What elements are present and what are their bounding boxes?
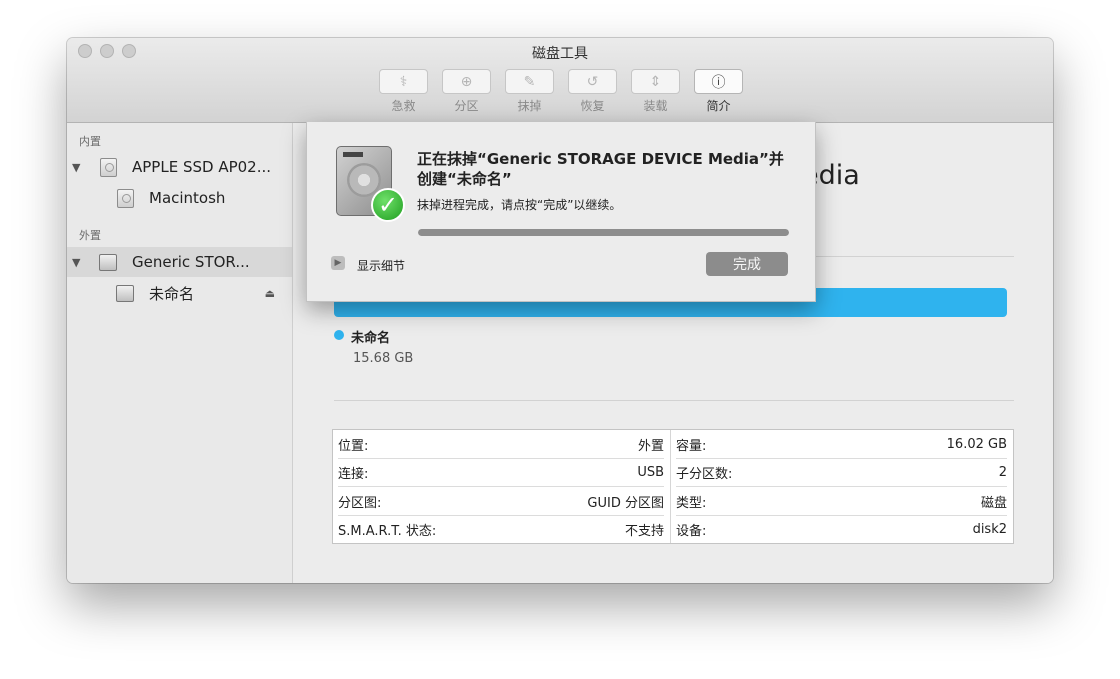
info-value: GUID 分区图: [587, 495, 664, 511]
info-row-child-count: 子分区数: 2: [676, 458, 1007, 487]
sidebar-item-label: Generic STOR...: [132, 253, 250, 271]
disk-utility-window: 磁盘工具 ⚕ 急救 ⊕ 分区 ✎ 抹掉 ↺ 恢复 ⇕ 装载 ⓘ 简介 内置 ▼ …: [67, 38, 1053, 583]
info-row-capacity: 容量: 16.02 GB: [676, 430, 1007, 459]
info-row-partition-map: 分区图: GUID 分区图: [338, 487, 664, 516]
info-row-smart-status: S.M.A.R.T. 状态: 不支持: [338, 515, 664, 543]
sidebar-item-internal-volume[interactable]: Macintosh: [67, 183, 292, 213]
sidebar: 内置 ▼ APPLE SSD AP02... Macintosh 外置 ▼ Ge…: [67, 123, 293, 583]
partition-icon[interactable]: ⊕: [442, 69, 491, 94]
info-label: S.M.A.R.T. 状态:: [338, 523, 437, 539]
toolbar-partition-label: 分区: [454, 99, 479, 113]
sidebar-item-label: Macintosh: [149, 189, 226, 207]
info-value: 外置: [637, 438, 664, 454]
toolbar-mount-label: 装载: [643, 99, 668, 113]
sidebar-header-internal: 内置: [79, 135, 101, 148]
window-title: 磁盘工具: [532, 46, 588, 62]
eject-icon[interactable]: ⏏: [265, 287, 275, 300]
show-details-disclosure-icon[interactable]: ▶: [331, 256, 345, 270]
sheet-message: 抹掉进程完成，请点按“完成”以继续。: [417, 198, 622, 212]
toolbar-first-aid-label: 急救: [391, 99, 416, 113]
info-value: disk2: [972, 521, 1007, 537]
info-row-connection: 连接: USB: [338, 458, 664, 487]
info-value: 2: [998, 464, 1007, 480]
sidebar-header-external: 外置: [79, 229, 101, 242]
info-icon[interactable]: ⓘ: [694, 69, 743, 94]
toolbar-erase[interactable]: ✎ 抹掉: [504, 69, 555, 114]
internal-disk-icon: [100, 157, 117, 177]
info-label: 类型:: [676, 495, 707, 511]
info-column-right: 容量: 16.02 GB 子分区数: 2 类型: 磁盘 设备: disk2: [671, 430, 1013, 543]
info-label: 设备:: [676, 523, 707, 539]
progress-bar: [418, 229, 789, 236]
progress-fill: [418, 229, 789, 236]
stethoscope-icon[interactable]: ⚕: [379, 69, 428, 94]
disclosure-triangle-icon[interactable]: ▼: [72, 161, 80, 174]
info-label: 分区图:: [338, 495, 382, 511]
toolbar-mount[interactable]: ⇕ 装载: [630, 69, 681, 114]
volume-icon: [117, 188, 134, 208]
divider: [334, 400, 1014, 401]
info-label: 子分区数:: [676, 466, 733, 482]
toolbar-info-label: 简介: [706, 99, 731, 113]
toolbar-restore-label: 恢复: [580, 99, 605, 113]
sidebar-item-external-disk[interactable]: ▼ Generic STOR...: [67, 247, 292, 277]
info-value: 磁盘: [980, 495, 1007, 511]
volume-icon: [116, 284, 134, 302]
sidebar-item-label: APPLE SSD AP02...: [132, 158, 272, 176]
info-value: 不支持: [624, 523, 664, 539]
info-row-location: 位置: 外置: [338, 430, 664, 459]
show-details-label[interactable]: 显示细节: [357, 257, 405, 274]
info-label: 容量:: [676, 438, 707, 454]
erase-sheet: ✓ 正在抹掉“Generic STORAGE DEVICE Media”并创建“…: [306, 122, 816, 302]
volume-name: 未命名: [351, 331, 391, 346]
info-column-left: 位置: 外置 连接: USB 分区图: GUID 分区图 S.M.A.R.T. …: [333, 430, 671, 543]
external-disk-icon: [99, 253, 117, 271]
checkmark-icon: ✓: [371, 188, 405, 222]
titlebar: 磁盘工具 ⚕ 急救 ⊕ 分区 ✎ 抹掉 ↺ 恢复 ⇕ 装载 ⓘ 简介: [67, 38, 1053, 123]
info-table: 位置: 外置 连接: USB 分区图: GUID 分区图 S.M.A.R.T. …: [332, 429, 1014, 544]
toolbar-info[interactable]: ⓘ 简介: [693, 69, 744, 114]
volume-size: 15.68 GB: [353, 351, 414, 366]
toolbar-erase-label: 抹掉: [517, 99, 542, 113]
info-value: 16.02 GB: [946, 436, 1007, 452]
toolbar-restore[interactable]: ↺ 恢复: [567, 69, 618, 114]
sidebar-item-label: 未命名: [149, 284, 195, 303]
toolbar-first-aid[interactable]: ⚕ 急救: [378, 69, 429, 114]
info-row-device: 设备: disk2: [676, 515, 1007, 543]
restore-icon[interactable]: ↺: [568, 69, 617, 94]
disclosure-triangle-icon[interactable]: ▼: [72, 256, 80, 269]
sheet-title: 正在抹掉“Generic STORAGE DEVICE Media”并创建“未命…: [417, 150, 784, 188]
info-label: 位置:: [338, 438, 369, 454]
info-label: 连接:: [338, 466, 369, 482]
erase-icon[interactable]: ✎: [505, 69, 554, 94]
mount-icon[interactable]: ⇕: [631, 69, 680, 94]
toolbar-partition[interactable]: ⊕ 分区: [441, 69, 492, 114]
info-row-type: 类型: 磁盘: [676, 487, 1007, 516]
sidebar-item-external-volume[interactable]: 未命名 ⏏: [67, 278, 292, 308]
info-value: USB: [637, 464, 664, 480]
drive-label: [343, 152, 363, 157]
sidebar-item-internal-disk[interactable]: ▼ APPLE SSD AP02...: [67, 152, 292, 182]
toolbar: ⚕ 急救 ⊕ 分区 ✎ 抹掉 ↺ 恢复 ⇕ 装载 ⓘ 简介: [378, 69, 744, 114]
done-button[interactable]: 完成: [706, 252, 788, 276]
volume-color-dot: [334, 330, 344, 340]
